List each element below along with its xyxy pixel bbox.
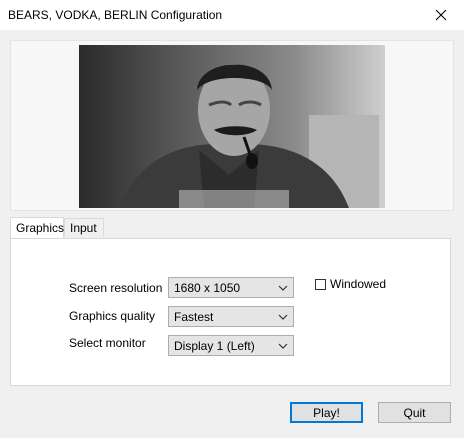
close-button[interactable] xyxy=(418,0,464,30)
select-monitor-label: Select monitor xyxy=(69,336,146,350)
quit-button[interactable]: Quit xyxy=(378,402,451,423)
tab-input-label: Input xyxy=(70,221,97,235)
graphics-quality-select[interactable]: Fastest xyxy=(168,306,294,327)
chevron-down-icon xyxy=(278,285,288,291)
graphics-quality-label: Graphics quality xyxy=(69,309,156,323)
windowed-label: Windowed xyxy=(330,277,387,291)
tab-graphics-label: Graphics xyxy=(16,221,65,235)
screen-resolution-value: 1680 x 1050 xyxy=(174,281,241,295)
chevron-down-icon xyxy=(278,343,288,349)
windowed-checkbox-box xyxy=(315,278,326,290)
tab-graphics[interactable]: Graphics xyxy=(10,217,64,238)
select-monitor-value: Display 1 (Left) xyxy=(174,339,255,353)
banner-image xyxy=(79,45,385,208)
windowed-checkbox[interactable]: Windowed xyxy=(315,277,386,291)
select-monitor-select[interactable]: Display 1 (Left) xyxy=(168,335,294,356)
graphics-quality-value: Fastest xyxy=(174,310,214,324)
window-title: BEARS, VODKA, BERLIN Configuration xyxy=(8,8,223,22)
chevron-down-icon xyxy=(278,314,288,320)
play-button-label: Play! xyxy=(313,405,340,420)
title-bar: BEARS, VODKA, BERLIN Configuration xyxy=(0,0,464,30)
screen-resolution-select[interactable]: 1680 x 1050 xyxy=(168,277,294,298)
graphics-panel: Screen resolution 1680 x 1050 Windowed G… xyxy=(10,238,451,386)
play-button[interactable]: Play! xyxy=(290,402,363,423)
close-icon xyxy=(435,9,447,21)
screen-resolution-label: Screen resolution xyxy=(69,281,163,295)
quit-button-label: Quit xyxy=(403,405,426,420)
banner-panel xyxy=(10,40,454,211)
tab-input[interactable]: Input xyxy=(64,218,104,237)
